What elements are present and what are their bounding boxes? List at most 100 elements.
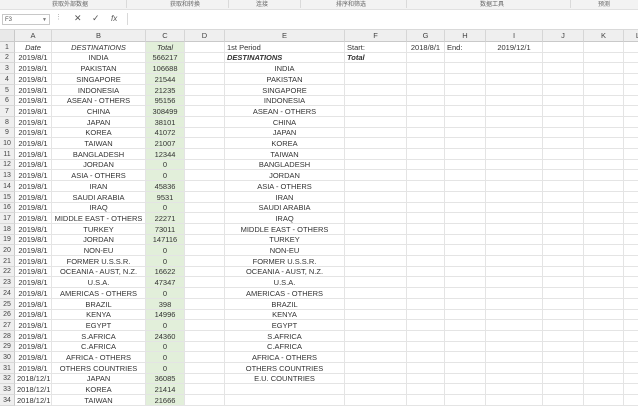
cell-F28[interactable] (345, 331, 407, 342)
cell-J21[interactable] (543, 256, 584, 267)
cell-K27[interactable] (584, 320, 624, 331)
cell-K23[interactable] (584, 277, 624, 288)
cell-G10[interactable] (407, 138, 445, 149)
cell-I33[interactable] (486, 384, 543, 395)
column-header-J[interactable]: J (543, 30, 584, 42)
cell-A2[interactable]: 2019/8/1 (15, 53, 52, 63)
column-header-D[interactable]: D (185, 30, 225, 42)
row-header[interactable]: 34 (0, 395, 15, 406)
cell-K13[interactable] (584, 170, 624, 181)
cell-I16[interactable] (486, 203, 543, 213)
row-header[interactable]: 5 (0, 85, 15, 96)
cell-K12[interactable] (584, 160, 624, 170)
cell-B12[interactable]: JORDAN (52, 160, 146, 170)
cell-K29[interactable] (584, 342, 624, 352)
cell-C1[interactable]: Total (146, 42, 185, 53)
cell-D23[interactable] (185, 277, 225, 288)
cell-K5[interactable] (584, 85, 624, 96)
cell-C13[interactable]: 0 (146, 170, 185, 181)
column-header-L[interactable]: L (624, 30, 638, 42)
cell-J14[interactable] (543, 181, 584, 192)
cell-A14[interactable]: 2019/8/1 (15, 181, 52, 192)
cell-D18[interactable] (185, 224, 225, 235)
cell-D32[interactable] (185, 374, 225, 384)
cell-C31[interactable]: 0 (146, 363, 185, 374)
row-header[interactable]: 2 (0, 53, 15, 63)
cell-E11[interactable]: TAIWAN (225, 149, 345, 160)
cell-A28[interactable]: 2019/8/1 (15, 331, 52, 342)
row-header[interactable]: 11 (0, 149, 15, 160)
cell-G11[interactable] (407, 149, 445, 160)
cell-I31[interactable] (486, 363, 543, 374)
cell-C24[interactable]: 0 (146, 288, 185, 299)
cell-D26[interactable] (185, 310, 225, 320)
cell-F32[interactable] (345, 374, 407, 384)
cell-D4[interactable] (185, 74, 225, 85)
cell-H30[interactable] (445, 352, 486, 363)
cell-L29[interactable] (624, 342, 638, 352)
cell-E5[interactable]: SINGAPORE (225, 85, 345, 96)
cell-A10[interactable]: 2019/8/1 (15, 138, 52, 149)
cell-K2[interactable] (584, 53, 624, 63)
cell-I22[interactable] (486, 267, 543, 277)
cell-A5[interactable]: 2019/8/1 (15, 85, 52, 96)
cell-I5[interactable] (486, 85, 543, 96)
cell-J12[interactable] (543, 160, 584, 170)
cell-L31[interactable] (624, 363, 638, 374)
cell-I27[interactable] (486, 320, 543, 331)
cell-E14[interactable]: ASIA - OTHERS (225, 181, 345, 192)
cell-H18[interactable] (445, 224, 486, 235)
cell-J8[interactable] (543, 117, 584, 128)
cell-D20[interactable] (185, 245, 225, 256)
cell-A24[interactable]: 2019/8/1 (15, 288, 52, 299)
cell-K18[interactable] (584, 224, 624, 235)
cell-B24[interactable]: AMERICAS - OTHERS (52, 288, 146, 299)
cell-H24[interactable] (445, 288, 486, 299)
cell-F25[interactable] (345, 299, 407, 310)
cell-L7[interactable] (624, 106, 638, 117)
cell-H17[interactable] (445, 213, 486, 224)
cell-G13[interactable] (407, 170, 445, 181)
cell-J5[interactable] (543, 85, 584, 96)
cell-B21[interactable]: FORMER U.S.S.R. (52, 256, 146, 267)
cell-C3[interactable]: 106688 (146, 63, 185, 74)
cell-H23[interactable] (445, 277, 486, 288)
cell-I34[interactable] (486, 395, 543, 406)
cell-J13[interactable] (543, 170, 584, 181)
cell-B10[interactable]: TAIWAN (52, 138, 146, 149)
cell-D28[interactable] (185, 331, 225, 342)
cell-L27[interactable] (624, 320, 638, 331)
cell-C19[interactable]: 147116 (146, 235, 185, 245)
cell-B6[interactable]: ASEAN - OTHERS (52, 96, 146, 106)
cell-G26[interactable] (407, 310, 445, 320)
cell-A27[interactable]: 2019/8/1 (15, 320, 52, 331)
cell-J4[interactable] (543, 74, 584, 85)
cell-B5[interactable]: INDONESIA (52, 85, 146, 96)
cell-H14[interactable] (445, 181, 486, 192)
cell-H7[interactable] (445, 106, 486, 117)
cell-L22[interactable] (624, 267, 638, 277)
cell-L5[interactable] (624, 85, 638, 96)
cell-F17[interactable] (345, 213, 407, 224)
cell-H31[interactable] (445, 363, 486, 374)
cell-L14[interactable] (624, 181, 638, 192)
cell-B30[interactable]: AFRICA - OTHERS (52, 352, 146, 363)
cell-K25[interactable] (584, 299, 624, 310)
cell-A32[interactable]: 2018/12/1 (15, 374, 52, 384)
cell-F12[interactable] (345, 160, 407, 170)
cell-G32[interactable] (407, 374, 445, 384)
cell-J19[interactable] (543, 235, 584, 245)
row-header[interactable]: 28 (0, 331, 15, 342)
cell-H4[interactable] (445, 74, 486, 85)
cell-E4[interactable]: PAKISTAN (225, 74, 345, 85)
cell-J30[interactable] (543, 352, 584, 363)
cell-A30[interactable]: 2019/8/1 (15, 352, 52, 363)
cell-L28[interactable] (624, 331, 638, 342)
row-header[interactable]: 20 (0, 245, 15, 256)
cell-K14[interactable] (584, 181, 624, 192)
cell-E6[interactable]: INDONESIA (225, 96, 345, 106)
cell-B26[interactable]: KENYA (52, 310, 146, 320)
cell-D30[interactable] (185, 352, 225, 363)
cell-G30[interactable] (407, 352, 445, 363)
cell-C4[interactable]: 21544 (146, 74, 185, 85)
